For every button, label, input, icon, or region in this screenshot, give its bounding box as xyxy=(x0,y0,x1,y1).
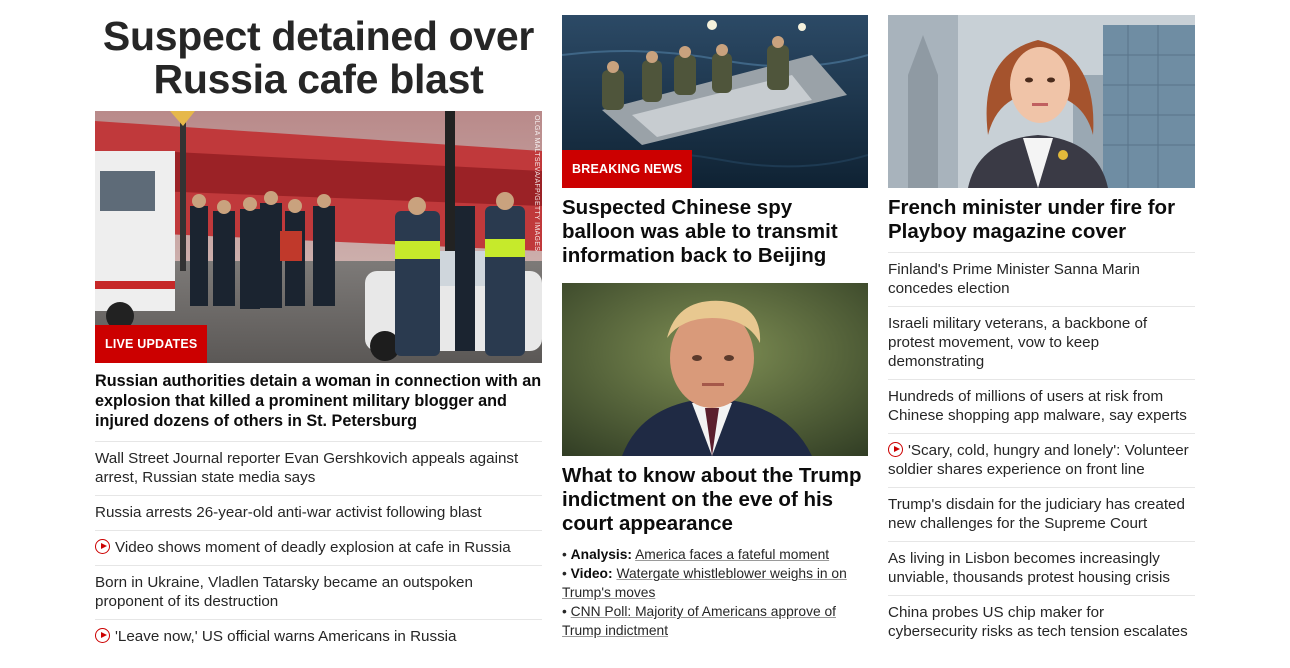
sublink-text[interactable]: CNN Poll: Majority of Americans approve … xyxy=(562,604,836,638)
trump-headline[interactable]: What to know about the Trump indictment … xyxy=(562,464,868,536)
sublink-text[interactable]: America faces a fateful moment xyxy=(635,547,829,562)
lead-related-list: Wall Street Journal reporter Evan Gershk… xyxy=(95,442,542,654)
list-item[interactable]: 'Scary, cold, hungry and lonely': Volunt… xyxy=(888,434,1195,488)
french-minister-photo xyxy=(888,15,1195,188)
sublink-analysis[interactable]: • Analysis: America faces a fateful mome… xyxy=(562,545,868,564)
list-item[interactable]: Born in Ukraine, Vladlen Tatarsky became… xyxy=(95,566,542,620)
sublink-label: Video: xyxy=(570,566,613,581)
play-video-icon xyxy=(888,442,903,457)
right-related-list: Finland's Prime Minister Sanna Marin con… xyxy=(888,253,1195,649)
sublink-poll[interactable]: • CNN Poll: Majority of Americans approv… xyxy=(562,602,868,640)
live-updates-badge[interactable]: LIVE UPDATES xyxy=(95,325,208,363)
lead-column: Suspect detained over Russia cafe blast xyxy=(95,15,542,654)
lead-title[interactable]: Suspect detained over Russia cafe blast xyxy=(95,15,542,101)
list-item-text[interactable]: Israeli military veterans, a backbone of… xyxy=(888,315,1147,370)
play-video-icon xyxy=(95,539,110,554)
minister-headline[interactable]: French minister under fire for Playboy m… xyxy=(888,196,1195,253)
photo-credit: OLGA MALTSEVA/AFP/GETTY IMAGES xyxy=(533,115,540,252)
breaking-news-badge[interactable]: BREAKING NEWS xyxy=(562,150,693,188)
list-item-text[interactable]: Wall Street Journal reporter Evan Gershk… xyxy=(95,450,518,486)
list-item-text[interactable]: Hundreds of millions of users at risk fr… xyxy=(888,388,1187,424)
list-item-text[interactable]: China probes US chip maker for cybersecu… xyxy=(888,604,1188,640)
sublink-label: Analysis: xyxy=(570,547,633,562)
play-video-icon xyxy=(95,628,110,643)
list-item-text[interactable]: Trump's disdain for the judiciary has cr… xyxy=(888,496,1185,532)
list-item[interactable]: 'Leave now,' US official warns Americans… xyxy=(95,620,542,654)
list-item[interactable]: China probes US chip maker for cybersecu… xyxy=(888,596,1195,649)
balloon-image[interactable]: BREAKING NEWS xyxy=(562,15,868,188)
list-item-text[interactable]: Born in Ukraine, Vladlen Tatarsky became… xyxy=(95,574,473,610)
balloon-headline[interactable]: Suspected Chinese spy balloon was able t… xyxy=(562,196,868,268)
list-item-text[interactable]: 'Scary, cold, hungry and lonely': Volunt… xyxy=(888,442,1189,478)
right-column: French minister under fire for Playboy m… xyxy=(888,15,1195,649)
list-item[interactable]: Russia arrests 26-year-old anti-war acti… xyxy=(95,496,542,531)
minister-image[interactable] xyxy=(888,15,1195,188)
list-item[interactable]: Trump's disdain for the judiciary has cr… xyxy=(888,488,1195,542)
middle-column: BREAKING NEWS Suspected Chinese spy ball… xyxy=(562,15,868,640)
trump-image[interactable] xyxy=(562,283,868,456)
list-item[interactable]: Hundreds of millions of users at risk fr… xyxy=(888,380,1195,434)
list-item[interactable]: Israeli military veterans, a backbone of… xyxy=(888,307,1195,380)
list-item[interactable]: Video shows moment of deadly explosion a… xyxy=(95,531,542,566)
list-item-text[interactable]: Russia arrests 26-year-old anti-war acti… xyxy=(95,504,482,521)
trump-sublinks: • Analysis: America faces a fateful mome… xyxy=(562,545,868,640)
list-item[interactable]: Finland's Prime Minister Sanna Marin con… xyxy=(888,253,1195,307)
list-item-text[interactable]: Video shows moment of deadly explosion a… xyxy=(115,539,511,556)
list-item-text[interactable]: Finland's Prime Minister Sanna Marin con… xyxy=(888,261,1140,297)
lead-headline[interactable]: Russian authorities detain a woman in co… xyxy=(95,371,542,442)
lead-image[interactable]: OLGA MALTSEVA/AFP/GETTY IMAGES LIVE UPDA… xyxy=(95,111,542,363)
list-item[interactable]: As living in Lisbon becomes increasingly… xyxy=(888,542,1195,596)
sublink-video[interactable]: • Video: Watergate whistleblower weighs … xyxy=(562,564,868,602)
list-item-text[interactable]: 'Leave now,' US official warns Americans… xyxy=(115,628,457,645)
list-item-text[interactable]: As living in Lisbon becomes increasingly… xyxy=(888,550,1170,586)
list-item[interactable]: Wall Street Journal reporter Evan Gershk… xyxy=(95,442,542,496)
trump-photo xyxy=(562,283,868,456)
